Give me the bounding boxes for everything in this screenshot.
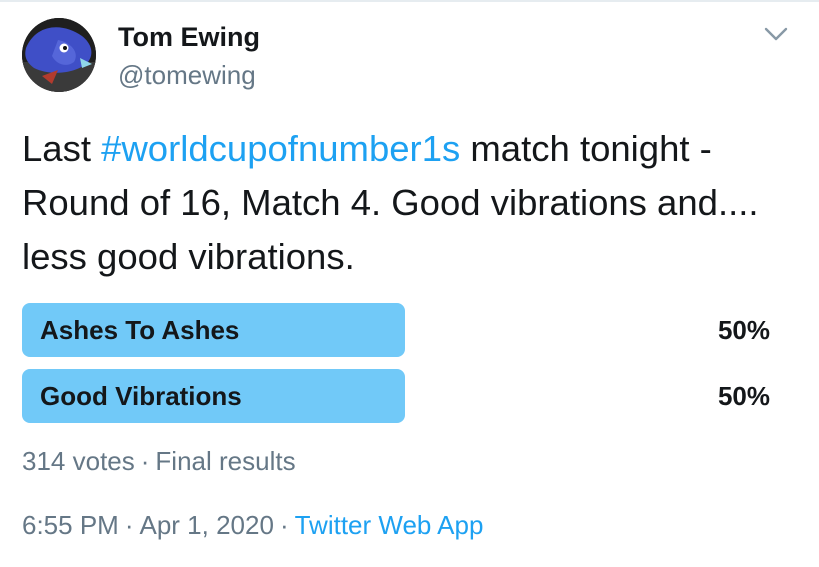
poll-option-percent: 50% [717,315,770,345]
avatar-image [22,18,96,92]
separator: · [279,510,289,540]
author-block[interactable]: Tom Ewing @tomewing [118,20,260,92]
author-display-name[interactable]: Tom Ewing [118,20,260,54]
poll-vote-count: 314 votes [22,446,135,476]
hashtag-link[interactable]: #worldcupofnumber1s [101,128,460,169]
separator: · [140,446,150,476]
poll: Ashes To Ashes 50% Good Vibrations 50% [22,303,774,435]
tweet-timestamp-line: 6:55 PM · Apr 1, 2020 · Twitter Web App [22,508,483,542]
tweet-text-start: Last [22,128,102,169]
separator: · [124,510,134,540]
tweet-menu-button[interactable] [762,24,790,44]
tweet-source-link[interactable]: Twitter Web App [295,510,484,540]
poll-option: Good Vibrations 50% [22,369,774,423]
tweet-text: Last #worldcupofnumber1s match tonight -… [22,122,802,284]
tweet-date[interactable]: Apr 1, 2020 [140,510,274,540]
poll-option-label: Ashes To Ashes [40,315,240,345]
top-divider [0,0,819,2]
avatar[interactable] [22,18,96,92]
poll-option: Ashes To Ashes 50% [22,303,774,357]
poll-status: Final results [155,446,296,476]
tweet-time[interactable]: 6:55 PM [22,510,119,540]
poll-summary: 314 votes · Final results [22,444,296,478]
author-handle[interactable]: @tomewing [118,58,260,92]
poll-option-percent: 50% [717,381,770,411]
poll-option-label: Good Vibrations [40,381,242,411]
chevron-down-icon [764,27,788,41]
